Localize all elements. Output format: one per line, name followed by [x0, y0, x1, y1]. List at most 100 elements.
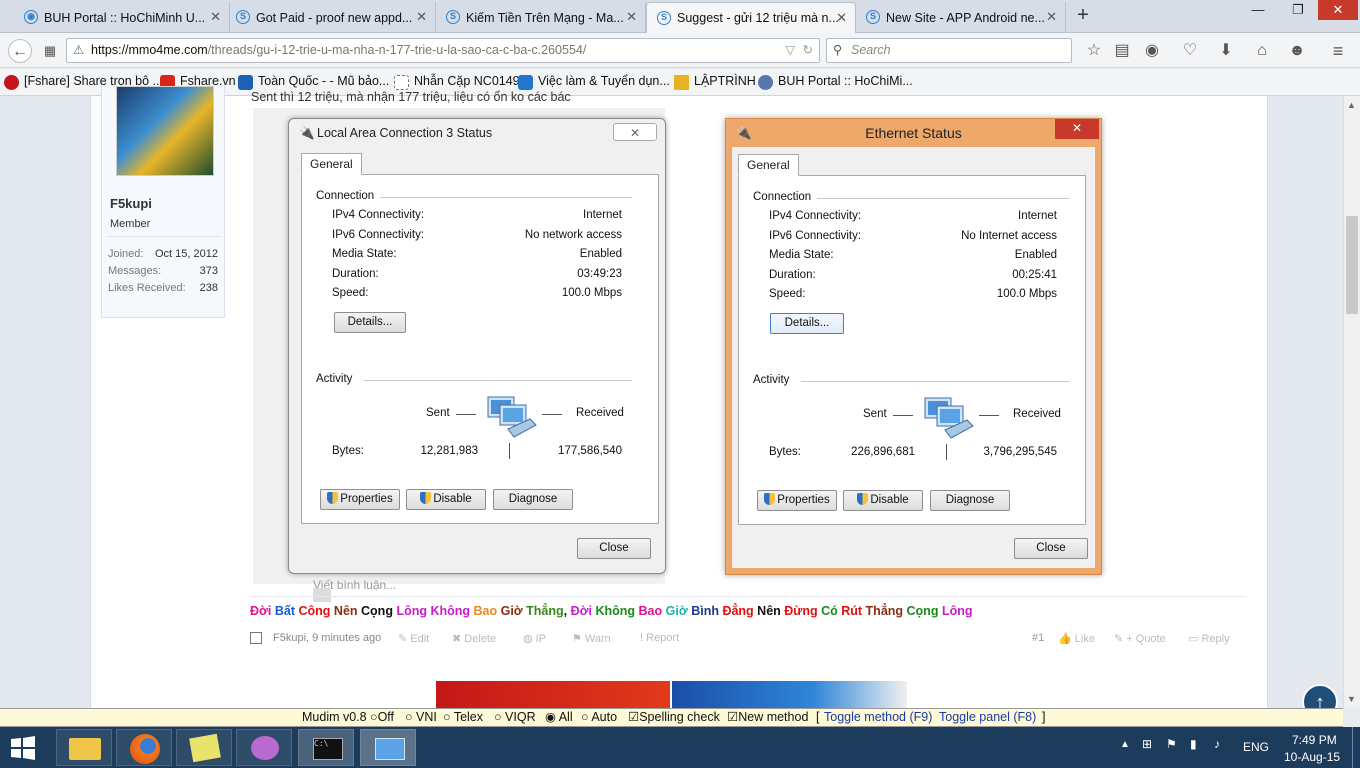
- show-desktop-button[interactable]: [1352, 727, 1360, 768]
- details-button[interactable]: Details...: [334, 312, 406, 333]
- command-prompt-icon[interactable]: C:\: [298, 729, 354, 766]
- dropdown-arrow-icon[interactable]: ▽: [785, 39, 795, 62]
- new-tab-button[interactable]: +: [1072, 4, 1094, 28]
- site-favicon-icon: S: [657, 11, 671, 25]
- ip-link[interactable]: ◍ IP: [523, 632, 546, 645]
- home-icon[interactable]: ⌂: [1250, 39, 1274, 63]
- bookmark-item[interactable]: Toàn Quốc - - Mũ bảo...: [238, 74, 389, 90]
- firefox-icon[interactable]: [116, 729, 172, 766]
- signature-word: Bất: [274, 604, 299, 618]
- back-arrow-icon[interactable]: ←: [8, 39, 32, 63]
- address-bar[interactable]: ⚠ https://mmo4me.com/threads/gu-i-12-tri…: [66, 38, 820, 63]
- scroll-down-icon[interactable]: ▼: [1347, 694, 1356, 704]
- disable-button[interactable]: Disable: [843, 490, 923, 511]
- search-input[interactable]: ⚲ Search: [826, 38, 1072, 63]
- properties-button[interactable]: Properties: [757, 490, 837, 511]
- clock-time[interactable]: 7:49 PM: [1292, 733, 1337, 747]
- page-scrollbar[interactable]: ▲ ▼: [1343, 96, 1360, 708]
- dialog-close-icon[interactable]: ✕: [1055, 119, 1099, 139]
- radio-off[interactable]: ○Off: [370, 709, 394, 726]
- clock-date[interactable]: 10-Aug-15: [1284, 750, 1340, 764]
- bookmark-item[interactable]: Nhẫn Cặp NC0149: [394, 74, 520, 90]
- scroll-up-icon[interactable]: ▲: [1347, 100, 1356, 110]
- reply-link[interactable]: ▭ Reply: [1188, 632, 1230, 645]
- menu-icon[interactable]: ≡: [1326, 39, 1350, 63]
- close-window-button[interactable]: ✕: [1318, 0, 1358, 20]
- bookmark-item[interactable]: Việc làm & Tuyển dụn...: [518, 74, 670, 90]
- radio-viqr[interactable]: ○ VIQR: [494, 709, 536, 726]
- battery-icon[interactable]: ▮: [1190, 737, 1197, 751]
- maximize-button[interactable]: ❐: [1278, 0, 1318, 20]
- tab-groups-icon[interactable]: ▦: [38, 39, 62, 63]
- edit-link[interactable]: ✎ Edit: [398, 632, 429, 645]
- diagnose-button[interactable]: Diagnose: [493, 489, 573, 510]
- radio-telex[interactable]: ○ Telex: [443, 709, 483, 726]
- radio-vni[interactable]: ○ VNI: [405, 709, 437, 726]
- quote-link[interactable]: ✎ + Quote: [1114, 632, 1166, 645]
- signature-word: Không: [595, 604, 639, 618]
- new-method-checkbox[interactable]: ☑New method: [727, 709, 808, 726]
- bookmark-star-icon[interactable]: ☆: [1082, 39, 1106, 63]
- close-button[interactable]: Close: [1014, 538, 1088, 559]
- chat-app-icon[interactable]: [236, 729, 292, 766]
- reload-icon[interactable]: ↻: [803, 39, 813, 62]
- report-link[interactable]: ! Report: [640, 632, 679, 644]
- divider: [108, 236, 220, 237]
- tab-close-icon[interactable]: ✕: [210, 9, 221, 25]
- tab-close-icon[interactable]: ✕: [1046, 9, 1057, 25]
- tray-flag-icon[interactable]: ⚑: [1166, 737, 1177, 751]
- tab-general[interactable]: General: [738, 154, 799, 176]
- download-icon[interactable]: ⬇: [1214, 39, 1238, 63]
- disable-button[interactable]: Disable: [406, 489, 486, 510]
- tab-close-icon[interactable]: ✕: [626, 9, 637, 25]
- bytes-received: 3,796,295,545: [983, 446, 1057, 458]
- delete-link[interactable]: ✖ Delete: [452, 632, 496, 645]
- browser-tab-4-active[interactable]: S Suggest - gửi 12 triệu mà n... ✕: [646, 2, 856, 33]
- tab-general[interactable]: General: [301, 153, 362, 175]
- mudim-input-bar: Mudim v0.8 ○Off ○ VNI ○ Telex ○ VIQR ◉ A…: [0, 708, 1343, 727]
- close-button[interactable]: Close: [577, 538, 651, 559]
- post-number[interactable]: #1: [1032, 632, 1044, 644]
- author-name[interactable]: F5kupi: [110, 196, 152, 211]
- chat-icon[interactable]: ☻: [1285, 39, 1309, 63]
- signature-word: Đời: [570, 604, 596, 618]
- toggle-panel-link[interactable]: Toggle panel (F8): [939, 709, 1036, 726]
- tray-expand-icon[interactable]: ▲: [1120, 739, 1130, 750]
- language-indicator[interactable]: ENG: [1243, 740, 1269, 754]
- file-explorer-icon[interactable]: [56, 729, 112, 766]
- browser-tab-1[interactable]: ◉ BUH Portal :: HoChiMinh U... ✕: [14, 2, 230, 33]
- radio-auto[interactable]: ○ Auto: [581, 709, 617, 726]
- addon-icon[interactable]: ◉: [1140, 39, 1164, 63]
- warn-link[interactable]: ⚑ Warn: [572, 632, 611, 645]
- avatar[interactable]: [116, 86, 214, 176]
- dialog-close-icon[interactable]: ✕: [613, 123, 657, 141]
- like-link[interactable]: 👍 Like: [1058, 632, 1095, 645]
- toggle-method-link[interactable]: Toggle method (F9): [824, 709, 932, 726]
- reading-list-icon[interactable]: ▤: [1110, 39, 1134, 63]
- stat-value[interactable]: 373: [200, 265, 218, 277]
- minimize-button[interactable]: —: [1238, 0, 1278, 20]
- scrollbar-thumb[interactable]: [1346, 216, 1358, 314]
- tab-close-icon[interactable]: ✕: [416, 9, 427, 25]
- pocket-icon[interactable]: ♡: [1178, 39, 1202, 63]
- bookmark-folder[interactable]: LẬPTRÌNH: [674, 74, 756, 90]
- tray-windows-icon[interactable]: ⊞: [1142, 737, 1152, 751]
- properties-button[interactable]: Properties: [320, 489, 400, 510]
- tab-close-icon[interactable]: ✕: [836, 10, 847, 26]
- ad-banner-left[interactable]: [436, 681, 670, 708]
- select-post-checkbox[interactable]: [250, 632, 262, 644]
- ad-banner-right[interactable]: [672, 681, 907, 708]
- browser-tab-3[interactable]: S Kiếm Tiền Trên Mạng - Ma... ✕: [436, 2, 646, 33]
- post-meta[interactable]: F5kupi, 9 minutes ago: [273, 632, 381, 644]
- notes-app-icon[interactable]: [176, 729, 232, 766]
- browser-tab-2[interactable]: S Got Paid - proof new appd... ✕: [226, 2, 436, 33]
- radio-all-selected[interactable]: ◉ All: [545, 709, 573, 726]
- volume-icon[interactable]: ♪: [1214, 737, 1220, 751]
- spelling-check-checkbox[interactable]: ☑Spelling check: [628, 709, 720, 726]
- bookmark-item[interactable]: BUH Portal :: HoChiMi...: [758, 74, 913, 90]
- start-windows-icon[interactable]: [10, 736, 36, 760]
- browser-tab-5[interactable]: S New Site - APP Android ne... ✕: [856, 2, 1066, 33]
- network-settings-icon[interactable]: [360, 729, 416, 766]
- details-button[interactable]: Details...: [770, 313, 844, 334]
- diagnose-button[interactable]: Diagnose: [930, 490, 1010, 511]
